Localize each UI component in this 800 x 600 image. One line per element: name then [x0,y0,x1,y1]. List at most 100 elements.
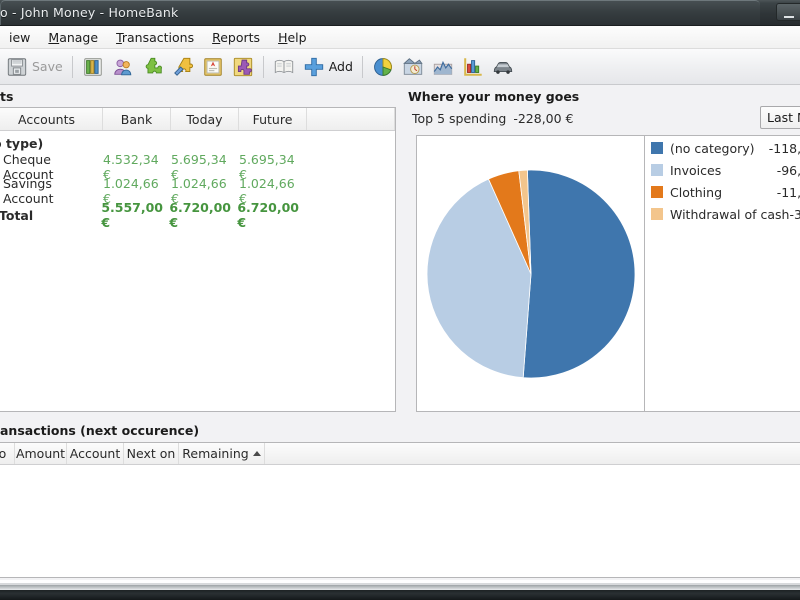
total-bank-value: 5.557,00 € [101,200,163,230]
column-header-amount[interactable]: Amount [15,443,67,464]
accounts-icon [83,57,102,76]
legend-label: Clothing [670,184,723,200]
toolbar: Save Add [0,49,800,85]
menu-item-view[interactable]: iew [0,28,39,47]
total-today-value: 6.720,00 € [169,200,231,230]
trend-time-icon [433,60,453,75]
menu-mnemonic-manage: M [48,29,60,45]
payees-icon [113,59,131,75]
pie-slice[interactable] [522,169,636,379]
column-header-remaining-label: Remaining [182,446,249,461]
trend-time-button[interactable] [428,52,458,82]
spending-subtitle: Top 5 spending -228,00 € [412,111,574,126]
title-bar: o - John Money - HomeBank [0,0,800,26]
date-range-dropdown[interactable]: Last M [760,106,800,129]
column-header-filler [307,108,395,130]
window-bottom-edge [0,580,800,600]
toolbar-separator-1 [71,55,73,78]
accounts-panel: ts Accounts Bank Today Future o type) Ch… [0,85,396,415]
menu-item-reports[interactable]: Reports [203,28,269,47]
legend-value: -118,00 [768,140,800,156]
statistics-button[interactable] [368,52,398,82]
legend-value: -96,00 [776,162,800,178]
column-header-account[interactable]: Account [67,443,124,464]
legend-item[interactable]: (no category) -118,00 [645,138,800,158]
menu-item-manage[interactable]: Manage [39,28,107,47]
accounts-table-header: Accounts Bank Today Future [0,108,395,131]
legend-item[interactable]: Invoices -96,00 [645,160,800,180]
menu-item-help[interactable]: Help [269,28,316,47]
save-label: Save [32,59,63,74]
legend-value: -3,00 [789,206,800,222]
toolbar-separator-3 [361,55,363,78]
menu-item-transactions[interactable]: Transactions [107,28,203,47]
column-header-next-on[interactable]: Next on [124,443,179,464]
budget-button[interactable] [198,52,228,82]
homebank-window: o - John Money - HomeBank iew Manage Tra… [0,0,800,600]
spending-subtitle-label: Top 5 spending [412,111,507,126]
categories-button[interactable] [138,52,168,82]
column-header-remaining[interactable]: Remaining [179,443,265,464]
menu-bar: iew Manage Transactions Reports Help [0,26,800,49]
total-future-value: 6.720,00 € [237,200,299,230]
total-label: Total [0,207,34,223]
balance-button[interactable] [458,52,488,82]
column-header-bank[interactable]: Bank [103,108,171,130]
vehicle-cost-icon [493,61,513,74]
accounts-table[interactable]: Accounts Bank Today Future o type) Chequ… [0,107,396,412]
account-name: Savings Account [3,176,54,206]
legend-label: Invoices [670,162,722,178]
save-button[interactable]: Save [2,52,67,82]
pie-chart-plot [416,135,645,412]
menu-label-manage: anage [59,29,99,45]
budget-report-icon [402,57,423,75]
menu-label-help: elp [287,29,307,45]
assignments-icon [173,57,193,76]
column-header-accounts[interactable]: Accounts [0,108,103,130]
accounts-total-row: Total 5.557,00 € 6.720,00 € 6.720,00 € [0,200,395,230]
scheduled-icon [233,57,252,76]
assignments-button[interactable] [168,52,198,82]
scheduled-table-header: o Amount Account Next on Remaining [0,443,800,465]
scheduled-panel-title: ansactions (next occurence) [0,423,200,438]
menu-label-view: iew [9,29,31,45]
scheduled-table[interactable]: o Amount Account Next on Remaining [0,442,800,578]
spending-panel: Where your money goes Top 5 spending -228… [408,85,800,415]
add-transaction-button[interactable]: Add [299,52,357,82]
accounts-button[interactable] [78,52,108,82]
toolbar-separator-2 [262,55,264,78]
balance-bar-icon [464,57,482,76]
legend-label: Withdrawal of cash [670,206,790,222]
column-header-today[interactable]: Today [171,108,239,130]
spending-panel-title: Where your money goes [408,89,580,104]
date-range-value: Last M [767,110,800,125]
column-header-memo[interactable]: o [0,443,15,464]
budget-icon [203,57,222,76]
save-icon [7,57,27,76]
legend-value: -11,00 [776,184,800,200]
legend-item[interactable]: Withdrawal of cash -3,00 [645,204,800,224]
legend-item[interactable]: Clothing -11,00 [645,182,800,202]
payees-button[interactable] [108,52,138,82]
legend-swatch-no-category [651,142,663,154]
vehicle-cost-button[interactable] [488,52,518,82]
main-content: ts Accounts Bank Today Future o type) Ch… [0,85,800,580]
pie-chart-legend: (no category) -118,00 Invoices -96,00 Cl… [645,135,800,412]
categories-icon [145,57,162,73]
pie-chart-svg [426,169,636,379]
legend-label: (no category) [670,140,755,156]
ledger-button[interactable] [269,52,299,82]
legend-swatch-clothing [651,186,663,198]
window-title: o - John Money - HomeBank [0,5,179,20]
menu-label-transactions: ransactions [121,29,195,45]
sort-ascending-icon [252,451,261,456]
minimize-button[interactable] [776,3,800,21]
budget-report-button[interactable] [398,52,428,82]
column-header-filler [265,443,800,464]
pie-slices [426,169,636,379]
column-header-future[interactable]: Future [239,108,307,130]
add-transaction-icon [304,57,323,76]
accounts-panel-title: ts [0,89,14,104]
scheduled-button[interactable] [228,52,258,82]
spending-subtitle-amount: -228,00 € [513,111,574,126]
